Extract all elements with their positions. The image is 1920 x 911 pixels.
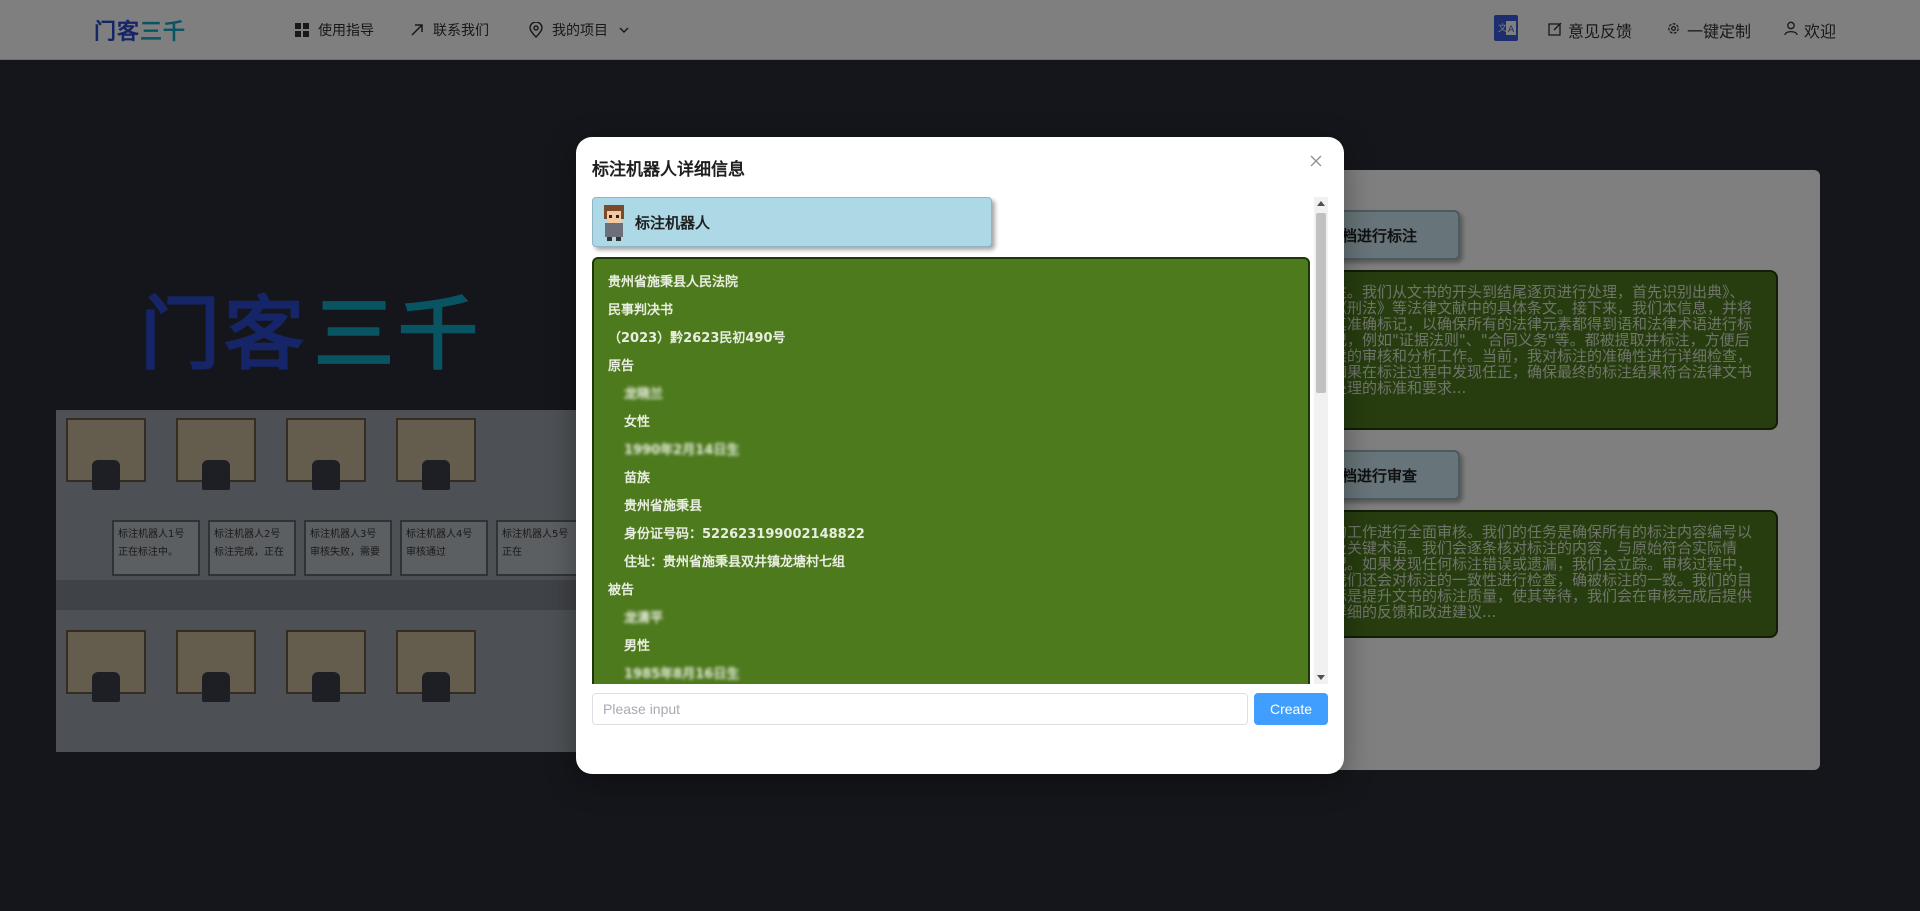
message-input-row: Create bbox=[592, 693, 1328, 725]
document-line: 身份证号码：522623199002148822 bbox=[624, 527, 865, 542]
scrollbar-thumb[interactable] bbox=[1316, 213, 1326, 393]
document-line: 女性 bbox=[624, 415, 651, 430]
document-line: 男性 bbox=[624, 639, 651, 654]
dialog-title: 标注机器人详细信息 bbox=[592, 160, 745, 180]
document-line: 贵州省施秉县 bbox=[624, 499, 703, 514]
document-line: 1990年2月14日生 bbox=[624, 443, 740, 458]
document-line: 苗族 bbox=[624, 471, 651, 486]
robot-detail-dialog: 标注机器人详细信息 标注机器人 贵州省施秉县人民法院 民事判决书 （2023）黔26… bbox=[576, 137, 1344, 774]
close-icon bbox=[1310, 152, 1322, 171]
robot-name: 标注机器人 bbox=[635, 213, 711, 232]
dialog-scroll-area[interactable]: 标注机器人 贵州省施秉县人民法院 民事判决书 （2023）黔2623民初490号 原告… bbox=[592, 197, 1328, 684]
document-content: 贵州省施秉县人民法院 民事判决书 （2023）黔2623民初490号 原告龙晓兰女性 1… bbox=[592, 257, 1310, 684]
document-line: （2023）黔2623民初490号 bbox=[608, 331, 786, 346]
document-line: 民事判决书 bbox=[608, 303, 674, 318]
document-line: 原告 bbox=[608, 359, 635, 374]
close-button[interactable] bbox=[1306, 151, 1326, 171]
scroll-down-arrow[interactable] bbox=[1317, 675, 1325, 680]
document-line: 贵州省施秉县人民法院 bbox=[608, 275, 739, 290]
document-line: 龙晓兰 bbox=[624, 387, 664, 402]
robot-card: 标注机器人 bbox=[592, 197, 992, 247]
document-line: 1985年8月16日生 bbox=[624, 667, 740, 682]
document-line: 龙清平 bbox=[624, 611, 664, 626]
document-line: 住址：贵州省施秉县双井镇龙塘村七组 bbox=[624, 555, 846, 570]
create-button[interactable]: Create bbox=[1254, 693, 1328, 725]
scrollbar[interactable] bbox=[1314, 197, 1328, 684]
document-line: 被告 bbox=[608, 583, 635, 598]
scroll-up-arrow[interactable] bbox=[1317, 201, 1325, 206]
robot-avatar bbox=[601, 203, 627, 241]
message-input[interactable] bbox=[592, 693, 1248, 725]
